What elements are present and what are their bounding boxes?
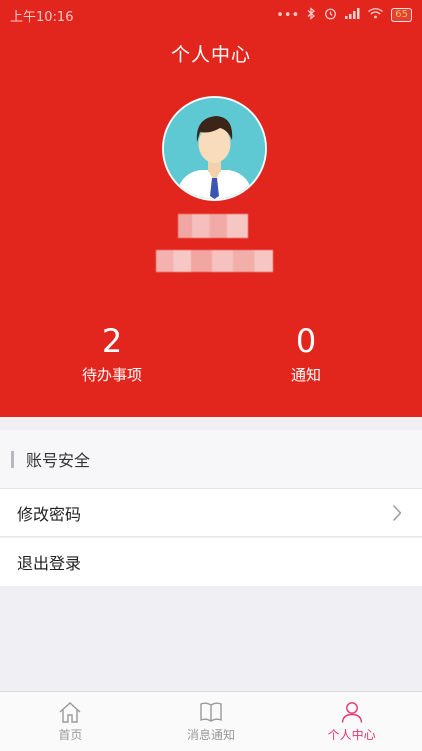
bottom-tab-bar: 首页 消息通知 个人中心 xyxy=(0,691,422,751)
page-title: 个人中心 xyxy=(170,44,251,66)
status-time: 上午10:16 xyxy=(10,9,74,25)
todo-stat[interactable]: 2 待办事项 xyxy=(42,322,182,385)
avatar-person-icon xyxy=(164,98,265,199)
section-accent-bar xyxy=(11,450,14,468)
change-password-item[interactable]: 修改密码 xyxy=(0,489,422,537)
avatar[interactable] xyxy=(162,96,267,201)
tab-profile[interactable]: 个人中心 xyxy=(281,692,422,751)
todo-label: 待办事项 xyxy=(81,366,142,384)
person-icon xyxy=(341,701,362,723)
wifi-icon xyxy=(368,7,384,23)
tab-home[interactable]: 首页 xyxy=(0,692,141,751)
logout-label: 退出登录 xyxy=(17,554,82,573)
section-account-security: 账号安全 xyxy=(0,430,422,489)
home-icon xyxy=(59,701,81,723)
todo-count: 2 xyxy=(101,322,123,360)
tab-home-label: 首页 xyxy=(58,727,83,742)
book-icon xyxy=(200,702,222,722)
section-title: 账号安全 xyxy=(26,451,91,470)
battery-icon: 65 xyxy=(391,8,412,22)
change-password-label: 修改密码 xyxy=(17,504,82,524)
notification-count: 0 xyxy=(295,322,317,360)
tab-profile-label: 个人中心 xyxy=(327,727,376,742)
username-redacted xyxy=(178,214,248,238)
tab-messages-label: 消息通知 xyxy=(187,727,236,742)
chevron-right-icon xyxy=(392,505,402,521)
tab-messages[interactable]: 消息通知 xyxy=(141,692,282,751)
status-icons: ••• 65 xyxy=(276,6,412,24)
notification-label: 通知 xyxy=(290,366,321,384)
more-dots-icon: ••• xyxy=(276,7,300,23)
profile-header: 上午10:16 ••• 65 个人中心 2 待办事项 0 通知 xyxy=(0,0,422,417)
alarm-icon xyxy=(324,7,337,24)
signal-icon xyxy=(345,7,360,23)
bluetooth-icon xyxy=(307,6,316,24)
userid-redacted xyxy=(156,250,273,272)
status-bar: 上午10:16 ••• 65 xyxy=(0,0,422,30)
logout-item[interactable]: 退出登录 xyxy=(0,538,422,586)
notification-stat[interactable]: 0 通知 xyxy=(236,322,376,385)
